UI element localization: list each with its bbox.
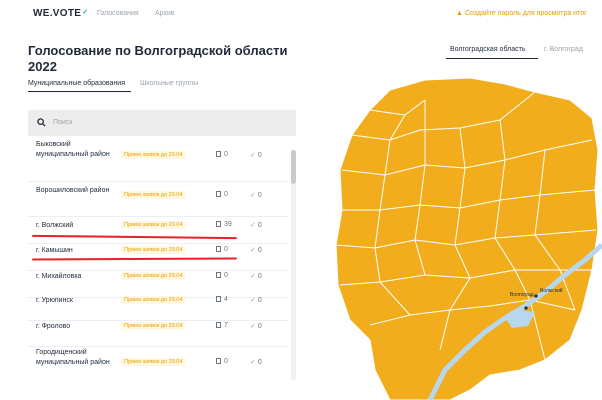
row-name: Городищенский муниципальный район <box>36 349 110 366</box>
logo[interactable]: WE.VOTE✓ <box>33 8 88 19</box>
docs-count: 7 <box>224 322 228 329</box>
document-icon <box>216 322 221 328</box>
check-icon: ✓ <box>250 297 256 304</box>
check-icon: ✓ <box>250 359 256 366</box>
row-checks: ✓ 0 <box>250 246 262 254</box>
row-checks: ✓ 0 <box>250 191 262 199</box>
list-item[interactable]: Городищенский муниципальный район Прием … <box>28 347 288 380</box>
logo-check-icon: ✓ <box>82 9 89 16</box>
top-bar: WE.VOTE✓ Голосования Архив ▲ Создайте пар… <box>0 0 602 30</box>
list-item[interactable]: г. Волжский Прием заявок до 29.04 39 ✓ 0 <box>28 218 288 244</box>
nav-votes[interactable]: Голосования <box>97 10 139 17</box>
docs-count: 0 <box>224 272 228 279</box>
docs-count: 39 <box>224 221 232 228</box>
nav-archive[interactable]: Архив <box>155 10 175 17</box>
search-input[interactable]: Поиск <box>53 119 72 126</box>
row-name: г. Фролово <box>36 323 71 330</box>
logo-text: WE.VOTE <box>33 8 82 19</box>
checks-count: 0 <box>257 273 262 280</box>
status-badge: Прием заявок до 29.04 <box>121 151 186 159</box>
map-regions[interactable] <box>335 77 599 400</box>
checks-count: 0 <box>257 323 262 330</box>
tab-volgograd-region[interactable]: Волгоградская область <box>450 46 525 53</box>
row-checks: ✓ 0 <box>250 322 262 330</box>
status-badge: Прием заявок до 29.04 <box>121 191 186 199</box>
check-icon: ✓ <box>250 192 256 199</box>
check-icon: ✓ <box>250 273 256 280</box>
row-docs: 0 <box>216 358 228 365</box>
row-docs: 4 <box>216 296 228 303</box>
status-badge: Прием заявок до 29.04 <box>121 246 186 254</box>
docs-count: 4 <box>224 296 228 303</box>
check-icon: ✓ <box>250 222 256 229</box>
search-icon <box>37 118 46 127</box>
status-badge: Прием заявок до 29.04 <box>121 358 186 366</box>
list-item[interactable]: Ворошиловский район Прием заявок до 29.0… <box>28 183 288 217</box>
warning-text: Создайте пароль для просмотра итог <box>464 10 587 17</box>
checks-count: 0 <box>257 222 262 229</box>
city-marker-icon[interactable] <box>534 294 538 298</box>
tab-school-groups[interactable]: Школьные группы <box>140 80 198 87</box>
row-checks: ✓ 0 <box>250 151 262 159</box>
row-checks: ✓ 0 <box>250 296 262 304</box>
row-name: г. Волжский <box>36 222 74 229</box>
page-title: Голосование по Волгоградской области 202… <box>28 43 288 74</box>
checks-count: 0 <box>257 247 262 254</box>
row-name: г. Камышин <box>36 247 73 254</box>
document-icon <box>216 151 221 157</box>
check-icon: ✓ <box>250 323 256 330</box>
row-docs: 0 <box>216 246 228 253</box>
docs-count: 0 <box>224 191 228 198</box>
docs-count: 0 <box>224 151 228 158</box>
check-icon: ✓ <box>250 152 256 159</box>
row-docs: 0 <box>216 272 228 279</box>
row-docs: 39 <box>216 221 232 228</box>
list-item[interactable]: г. Фролово Прием заявок до 29.04 7 ✓ 0 <box>28 321 288 347</box>
row-checks: ✓ 0 <box>250 221 262 229</box>
document-icon <box>216 221 221 227</box>
map-label-volzhsky: Волжский <box>540 287 563 294</box>
status-badge: Прием заявок до 29.04 <box>121 296 186 304</box>
row-name: г. Урюпинск <box>36 297 73 304</box>
list-scrollbar[interactable] <box>291 150 296 380</box>
row-name: Ворошиловский район <box>36 187 110 194</box>
row-checks: ✓ 0 <box>250 358 262 366</box>
map-tab-active-underline <box>446 58 538 59</box>
scrollbar-thumb[interactable] <box>291 150 296 184</box>
checks-count: 0 <box>257 192 262 199</box>
status-badge: Прием заявок до 29.04 <box>121 272 186 280</box>
list-item[interactable]: Быковский муниципальный район Прием заяв… <box>28 140 288 182</box>
document-icon <box>216 191 221 197</box>
row-docs: 7 <box>216 322 228 329</box>
document-icon <box>216 358 221 364</box>
row-docs: 0 <box>216 191 228 198</box>
city-marker-icon[interactable] <box>524 306 528 310</box>
document-icon <box>216 296 221 302</box>
search-box[interactable]: Поиск <box>28 110 296 136</box>
status-badge: Прием заявок до 29.04 <box>121 221 186 229</box>
checks-count: 0 <box>257 359 262 366</box>
create-password-warning[interactable]: ▲ Создайте пароль для просмотра итог <box>456 10 587 17</box>
map-label-volgograd: Волгоград <box>510 292 534 298</box>
row-name: г. Михайловка <box>36 273 82 280</box>
warning-icon: ▲ <box>456 10 463 17</box>
status-badge: Прием заявок до 29.04 <box>121 322 186 330</box>
row-checks: ✓ 0 <box>250 272 262 280</box>
tab-active-underline <box>28 91 131 92</box>
row-name: Быковский муниципальный район <box>36 141 110 158</box>
checks-count: 0 <box>257 297 262 304</box>
docs-count: 0 <box>224 246 228 253</box>
tab-volgograd-city[interactable]: г. Волгоград <box>544 46 583 53</box>
docs-count: 0 <box>224 358 228 365</box>
row-docs: 0 <box>216 151 228 158</box>
tab-municipal[interactable]: Муниципальные образования <box>28 80 125 87</box>
check-icon: ✓ <box>250 247 256 254</box>
document-icon <box>216 272 221 278</box>
region-map[interactable]: Волгоград Волжский <box>330 70 602 400</box>
list-item[interactable]: г. Урюпинск Прием заявок до 29.04 4 ✓ 0 <box>28 295 288 321</box>
document-icon <box>216 246 221 252</box>
checks-count: 0 <box>257 152 262 159</box>
